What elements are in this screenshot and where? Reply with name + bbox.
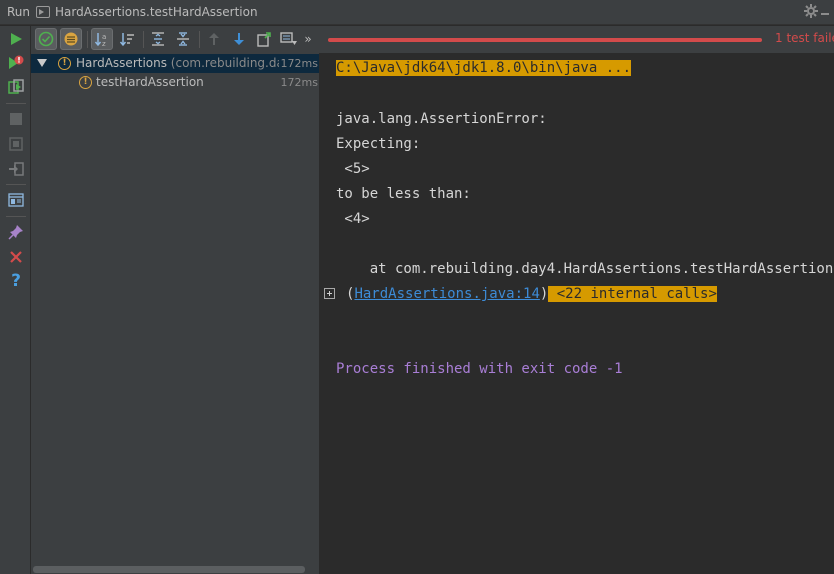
test-runner-toolbar: az » 1 test failed <box>31 26 834 53</box>
tree-item-test-class[interactable]: ! HardAssertions (com.rebuilding.day4 17… <box>31 54 319 73</box>
sort-by-duration-icon[interactable] <box>116 28 138 50</box>
horizontal-scrollbar[interactable] <box>33 566 305 573</box>
stop-icon[interactable] <box>6 109 26 129</box>
exit-code-line: Process finished with exit code -1 <box>336 361 623 377</box>
test-class-name: HardAssertions <box>76 56 167 70</box>
test-method-name: testHardAssertion <box>96 75 204 89</box>
test-duration: 172ms <box>280 76 318 89</box>
stack-trace-location-line: (HardAssertions.java:14) <22 internal ca… <box>346 284 717 304</box>
sort-alphabetically-icon[interactable]: az <box>91 28 113 50</box>
toolbar-separator <box>143 31 144 48</box>
title-bar: Run HardAssertions.testHardAssertion <box>0 0 834 25</box>
expecting-line: Expecting: <box>336 136 421 152</box>
run-tool-window-label: Run <box>7 5 31 19</box>
test-progress-bar <box>328 38 762 42</box>
console-command-line: C:\Java\jdk64\jdk1.8.0\bin\java ... <box>336 58 632 78</box>
expand-internal-calls-icon[interactable] <box>324 288 335 299</box>
expand-all-icon[interactable] <box>147 28 169 50</box>
import-icon[interactable] <box>278 28 300 50</box>
pin-icon[interactable] <box>6 222 26 242</box>
warning-icon: ! <box>79 76 92 89</box>
test-duration: 172ms <box>278 57 318 70</box>
command-text[interactable]: C:\Java\jdk64\jdk1.8.0\bin\java ... <box>336 60 632 76</box>
run-vertical-toolbar: ? <box>0 26 31 574</box>
toolbar-separator <box>199 31 200 48</box>
error-type-line: java.lang.AssertionError: <box>336 111 547 127</box>
rerun-icon[interactable] <box>6 29 26 49</box>
show-passed-icon[interactable] <box>35 28 57 50</box>
rerun-failed-icon[interactable] <box>6 53 26 73</box>
svg-text:z: z <box>102 40 106 47</box>
minimize-icon[interactable] <box>820 4 830 21</box>
internal-calls-fold[interactable]: <22 internal calls> <box>548 286 717 302</box>
close-icon[interactable] <box>6 247 26 267</box>
export-icon[interactable] <box>253 28 275 50</box>
source-link[interactable]: HardAssertions.java:14 <box>354 286 539 302</box>
run-configuration-icon <box>36 6 51 18</box>
compared-value-line: <4> <box>336 211 370 227</box>
previous-failed-icon[interactable] <box>203 28 225 50</box>
toolbar-separator <box>6 216 26 217</box>
help-icon[interactable]: ? <box>6 271 26 291</box>
more-icon[interactable]: » <box>301 28 315 50</box>
show-ignored-icon[interactable] <box>60 28 82 50</box>
toolbar-separator <box>6 103 26 104</box>
console-output[interactable]: C:\Java\jdk64\jdk1.8.0\bin\java ... java… <box>321 53 834 574</box>
expand-arrow-icon[interactable] <box>37 59 47 67</box>
exit-icon[interactable] <box>6 159 26 179</box>
comparison-line: to be less than: <box>336 186 471 202</box>
toggle-auto-test-icon[interactable] <box>6 77 26 97</box>
test-results-tree: ! HardAssertions (com.rebuilding.day4 17… <box>31 53 320 574</box>
settings-menu[interactable] <box>804 4 830 21</box>
toolbar-separator <box>87 31 88 48</box>
stack-trace-line: at com.rebuilding.day4.HardAssertions.te… <box>336 261 834 277</box>
expected-value-line: <5> <box>336 161 370 177</box>
warning-icon: ! <box>58 57 71 70</box>
toolbar-separator <box>6 184 26 185</box>
tree-item-test-method[interactable]: ! testHardAssertion 172ms <box>31 73 319 92</box>
collapse-all-icon[interactable] <box>172 28 194 50</box>
run-configuration-tab[interactable]: HardAssertions.testHardAssertion <box>55 5 258 19</box>
test-status-text: 1 test failed <box>775 31 834 45</box>
dump-threads-icon[interactable] <box>6 134 26 154</box>
layout-icon[interactable] <box>6 190 26 210</box>
gear-icon[interactable] <box>804 4 818 21</box>
tree-item-label: HardAssertions (com.rebuilding.day4 <box>76 56 299 70</box>
next-failed-icon[interactable] <box>228 28 250 50</box>
